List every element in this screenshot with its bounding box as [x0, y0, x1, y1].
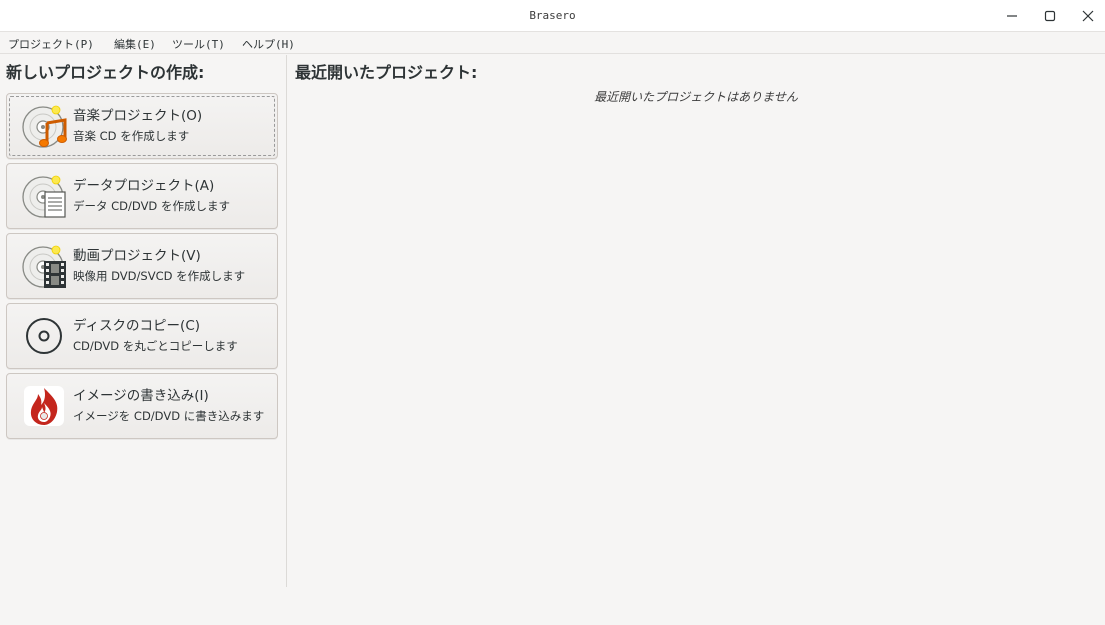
music-disc-icon — [22, 105, 67, 148]
music-project-button[interactable]: 音楽プロジェクト(O) 音楽 CD を作成します — [6, 93, 278, 159]
video-project-description: 映像用 DVD/SVCD を作成します — [73, 269, 246, 283]
burn-image-icon — [24, 386, 64, 426]
video-disc-icon — [22, 245, 66, 288]
new-project-panel: 新しいプロジェクトの作成: 音楽プロジェクト(O) 音楽 CD を作成します デ… — [0, 55, 286, 587]
window-title: Brasero — [529, 9, 576, 22]
disc-copy-icon — [26, 318, 62, 354]
title-bar[interactable]: Brasero — [0, 0, 1105, 32]
menu-bar: プロジェクト(P) 編集(E) ツール(T) ヘルプ(H) — [0, 33, 1105, 54]
menu-tools[interactable]: ツール(T) — [172, 36, 225, 52]
close-button[interactable] — [1075, 4, 1101, 28]
video-project-title: 動画プロジェクト(V) — [73, 248, 201, 264]
recent-projects-heading: 最近開いたプロジェクト: — [295, 63, 478, 82]
music-project-title: 音楽プロジェクト(O) — [73, 108, 203, 124]
minimize-icon — [1007, 15, 1017, 17]
menu-edit[interactable]: 編集(E) — [114, 36, 156, 52]
disc-copy-description: CD/DVD を丸ごとコピーします — [73, 339, 238, 353]
burn-image-title: イメージの書き込み(I) — [73, 388, 209, 404]
menu-project[interactable]: プロジェクト(P) — [8, 36, 94, 52]
data-project-button[interactable]: データプロジェクト(A) データ CD/DVD を作成します — [6, 163, 278, 229]
disc-copy-button[interactable]: ディスクのコピー(C) CD/DVD を丸ごとコピーします — [6, 303, 278, 369]
maximize-icon — [1044, 10, 1056, 22]
menu-help[interactable]: ヘルプ(H) — [242, 36, 295, 52]
recent-projects-panel: 最近開いたプロジェクト: 最近開いたプロジェクトはありません — [287, 55, 1105, 587]
brasero-window: Brasero プロジェクト(P) 編集(E) ツール(T) ヘルプ(H) 新し… — [0, 0, 1105, 625]
minimize-button[interactable] — [999, 4, 1025, 28]
burn-image-description: イメージを CD/DVD に書き込みます — [73, 409, 265, 423]
maximize-button[interactable] — [1037, 4, 1063, 28]
recent-projects-empty-message: 最近開いたプロジェクトはありません — [594, 90, 798, 104]
new-project-heading: 新しいプロジェクトの作成: — [6, 63, 205, 82]
burn-image-button[interactable]: イメージの書き込み(I) イメージを CD/DVD に書き込みます — [6, 373, 278, 439]
music-project-description: 音楽 CD を作成します — [73, 129, 190, 143]
data-project-description: データ CD/DVD を作成します — [73, 199, 230, 213]
close-icon — [1082, 10, 1094, 22]
video-project-button[interactable]: 動画プロジェクト(V) 映像用 DVD/SVCD を作成します — [6, 233, 278, 299]
data-project-title: データプロジェクト(A) — [73, 178, 215, 194]
data-disc-icon — [22, 175, 66, 218]
disc-copy-title: ディスクのコピー(C) — [73, 318, 201, 334]
